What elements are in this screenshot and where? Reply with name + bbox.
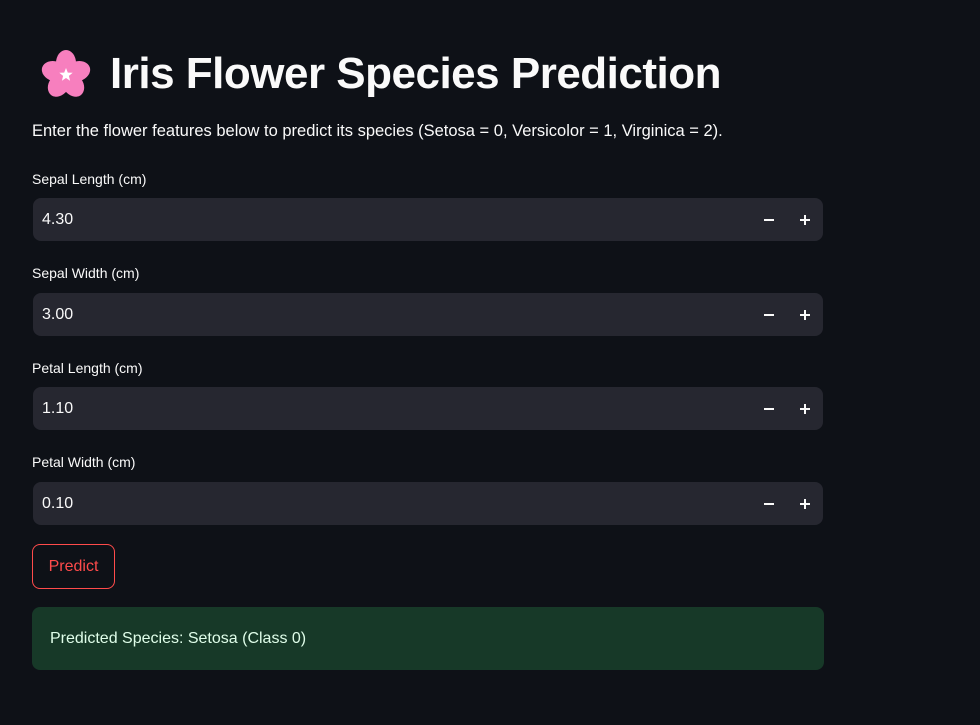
plus-icon bbox=[800, 214, 810, 225]
increment-button[interactable] bbox=[787, 293, 823, 336]
page-title: Iris Flower Species Prediction bbox=[110, 49, 722, 98]
decrement-button[interactable] bbox=[751, 198, 787, 241]
minus-icon bbox=[764, 313, 774, 316]
minus-icon bbox=[764, 218, 774, 221]
decrement-button[interactable] bbox=[751, 482, 787, 525]
plus-icon bbox=[800, 403, 810, 414]
prediction-result-alert: Predicted Species: Setosa (Class 0) bbox=[32, 607, 824, 670]
minus-icon bbox=[764, 407, 774, 410]
petal-width-input[interactable]: 0.10 bbox=[33, 482, 823, 525]
plus-icon bbox=[800, 309, 810, 320]
decrement-button[interactable] bbox=[751, 387, 787, 430]
page-description: Enter the flower features below to predi… bbox=[32, 122, 723, 140]
petal-width-value[interactable]: 0.10 bbox=[33, 495, 751, 513]
increment-button[interactable] bbox=[787, 482, 823, 525]
increment-button[interactable] bbox=[787, 198, 823, 241]
sepal-width-label: Sepal Width (cm) bbox=[32, 265, 140, 281]
petal-length-label: Petal Length (cm) bbox=[32, 360, 143, 376]
minus-icon bbox=[764, 502, 774, 505]
petal-width-label: Petal Width (cm) bbox=[32, 454, 136, 470]
petal-length-value[interactable]: 1.10 bbox=[33, 400, 751, 418]
sepal-length-label: Sepal Length (cm) bbox=[32, 171, 147, 187]
cherry-blossom-icon bbox=[41, 50, 91, 97]
sepal-length-value[interactable]: 4.30 bbox=[33, 211, 751, 229]
plus-icon bbox=[800, 498, 810, 509]
title-row: Iris Flower Species Prediction bbox=[40, 44, 722, 104]
increment-button[interactable] bbox=[787, 387, 823, 430]
sepal-length-input[interactable]: 4.30 bbox=[33, 198, 823, 241]
decrement-button[interactable] bbox=[751, 293, 787, 336]
prediction-result-text: Predicted Species: Setosa (Class 0) bbox=[50, 629, 307, 647]
predict-button[interactable]: Predict bbox=[32, 544, 115, 589]
petal-length-input[interactable]: 1.10 bbox=[33, 387, 823, 430]
sepal-width-value[interactable]: 3.00 bbox=[33, 306, 751, 324]
sepal-width-input[interactable]: 3.00 bbox=[33, 293, 823, 336]
